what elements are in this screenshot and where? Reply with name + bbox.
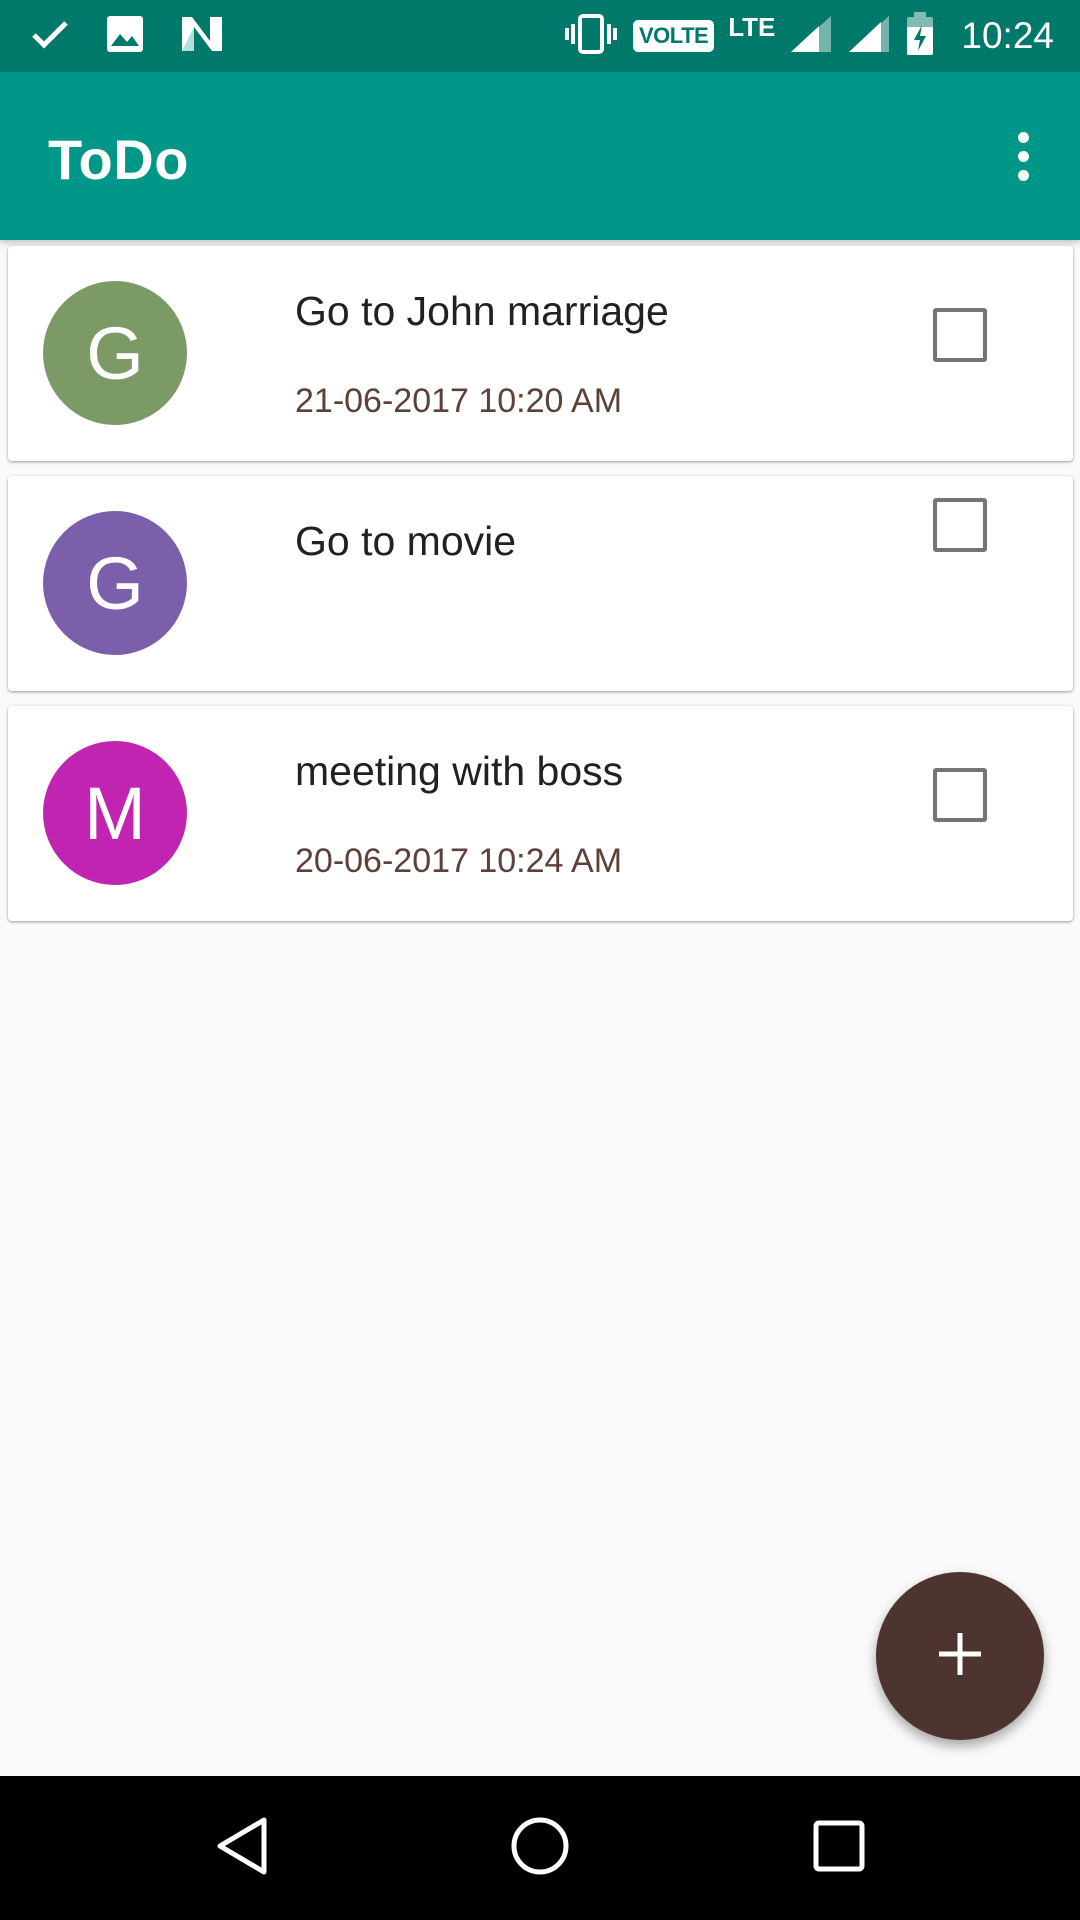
recents-icon — [813, 1820, 865, 1877]
todo-date: 21-06-2017 10:20 AM — [295, 382, 623, 420]
vibrate-icon — [563, 13, 619, 59]
clock: 10:24 — [961, 15, 1054, 56]
menu-dot — [1017, 131, 1029, 143]
app-bar: ToDo — [0, 72, 1080, 240]
todo-item[interactable]: G Go to John marriage 21-06-2017 10:20 A… — [8, 246, 1073, 461]
menu-dot — [1017, 150, 1029, 162]
todo-item[interactable]: M meeting with boss 20-06-2017 10:24 AM — [8, 706, 1073, 921]
todo-title: Go to John marriage — [295, 288, 669, 334]
todo-title: Go to movie — [295, 518, 517, 564]
status-right-icons: VOLTE LTE 10:24 — [549, 11, 1054, 62]
todo-checkbox[interactable] — [933, 768, 987, 822]
n-logo-icon — [180, 15, 224, 58]
check-icon — [30, 18, 70, 55]
todo-checkbox[interactable] — [933, 498, 987, 552]
more-vert-icon[interactable] — [992, 120, 1054, 192]
recents-button[interactable] — [803, 1812, 875, 1884]
screen: VOLTE LTE 10:24 ToDo G Go to John marria… — [0, 0, 1080, 1920]
avatar: M — [43, 741, 187, 885]
todo-title: meeting with boss — [295, 748, 624, 794]
app-title: ToDo — [48, 128, 189, 191]
menu-dot — [1017, 169, 1029, 181]
back-button[interactable] — [206, 1812, 278, 1884]
battery-charging-icon — [905, 11, 935, 62]
todo-checkbox[interactable] — [933, 308, 987, 362]
status-bar: VOLTE LTE 10:24 — [0, 0, 1080, 72]
signal-icon-1 — [789, 14, 833, 59]
lte-label: LTE — [728, 11, 776, 42]
avatar: G — [43, 281, 187, 425]
todo-date: 20-06-2017 10:24 AM — [295, 842, 623, 880]
signal-icon-2 — [847, 14, 891, 59]
home-icon — [510, 1816, 570, 1881]
navigation-bar — [0, 1776, 1080, 1920]
avatar: G — [43, 511, 187, 655]
status-left-icons — [30, 15, 260, 58]
home-button[interactable] — [504, 1812, 576, 1884]
image-icon — [106, 15, 144, 58]
add-todo-button[interactable] — [876, 1572, 1044, 1740]
back-icon — [214, 1816, 270, 1881]
plus-icon — [937, 1631, 983, 1682]
volte-badge: VOLTE — [633, 20, 715, 52]
todo-item[interactable]: G Go to movie — [8, 476, 1073, 691]
